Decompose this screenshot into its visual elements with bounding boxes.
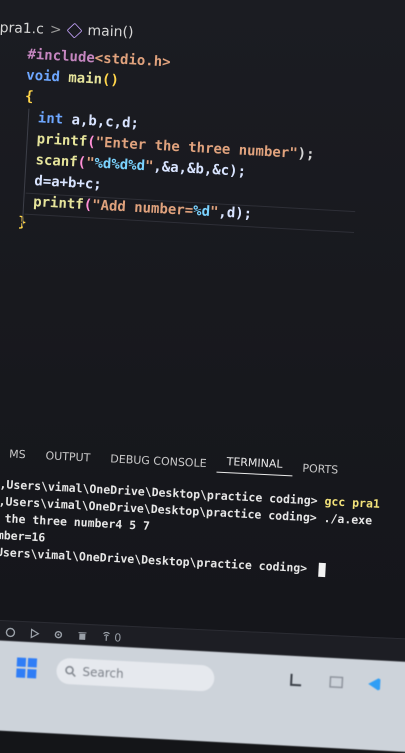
open-brace: { [24, 88, 34, 105]
search-placeholder: Search [82, 664, 125, 682]
tab-problems[interactable]: MS [0, 446, 36, 461]
trash-icon[interactable] [77, 631, 87, 641]
paren-close: ); [297, 145, 315, 163]
assignment-statement: d=a+b+c; [33, 173, 103, 193]
main-function-name: main [67, 69, 103, 88]
terminal-output[interactable]: ,Users\vimal\OneDrive\Desktop\practice c… [0, 476, 405, 619]
windows-start-icon[interactable] [16, 657, 38, 679]
format-specifiers: %d%d%d [94, 155, 146, 175]
run-icon[interactable] [29, 628, 40, 639]
scanf-args: ,&a,&b,&c); [152, 158, 247, 180]
main-parens: () [101, 71, 120, 89]
include-header: <stdio.h> [94, 50, 171, 71]
code-editor[interactable]: #include<stdio.h> void main() { int a,b,… [7, 44, 405, 266]
include-directive: #include [26, 46, 96, 67]
taskview-icon[interactable] [328, 674, 345, 691]
symbol-cube-icon [66, 22, 83, 39]
ports-indicator[interactable]: 0 [101, 630, 122, 644]
vscode-window: pra1.c > main() #include<stdio.h> void m… [0, 0, 405, 753]
search-icon [65, 665, 76, 678]
tab-output[interactable]: OUTPUT [35, 448, 100, 464]
desktop-icon[interactable] [288, 672, 305, 689]
terminal-cursor [317, 562, 326, 577]
scanf-call: scanf [35, 152, 79, 171]
breadcrumb-symbol[interactable]: main() [87, 23, 133, 41]
breadcrumb-file[interactable]: pra1.c [0, 20, 44, 38]
breadcrumb-separator: > [49, 21, 62, 39]
remote-icon[interactable] [5, 627, 16, 638]
decl-vars: a,b,c,d; [62, 111, 140, 132]
terminal-command: gcc pra1 [324, 494, 381, 511]
ports-count: 0 [114, 630, 122, 645]
main-return-type: void [25, 67, 61, 86]
debug-gear-icon[interactable] [53, 629, 63, 639]
tab-terminal[interactable]: TERMINAL [216, 454, 293, 477]
vscode-taskbar-icon[interactable] [366, 676, 383, 693]
tab-debug-console[interactable]: DEBUG CONSOLE [100, 451, 217, 470]
decl-type: int [37, 110, 64, 128]
tab-ports[interactable]: PORTS [292, 461, 348, 477]
terminal-text: mber=16 [0, 527, 46, 545]
taskbar-search[interactable]: Search [55, 657, 215, 692]
antenna-icon [103, 631, 110, 641]
printf-call: printf [36, 131, 88, 151]
terminal-command: ./a.exe [323, 511, 373, 528]
